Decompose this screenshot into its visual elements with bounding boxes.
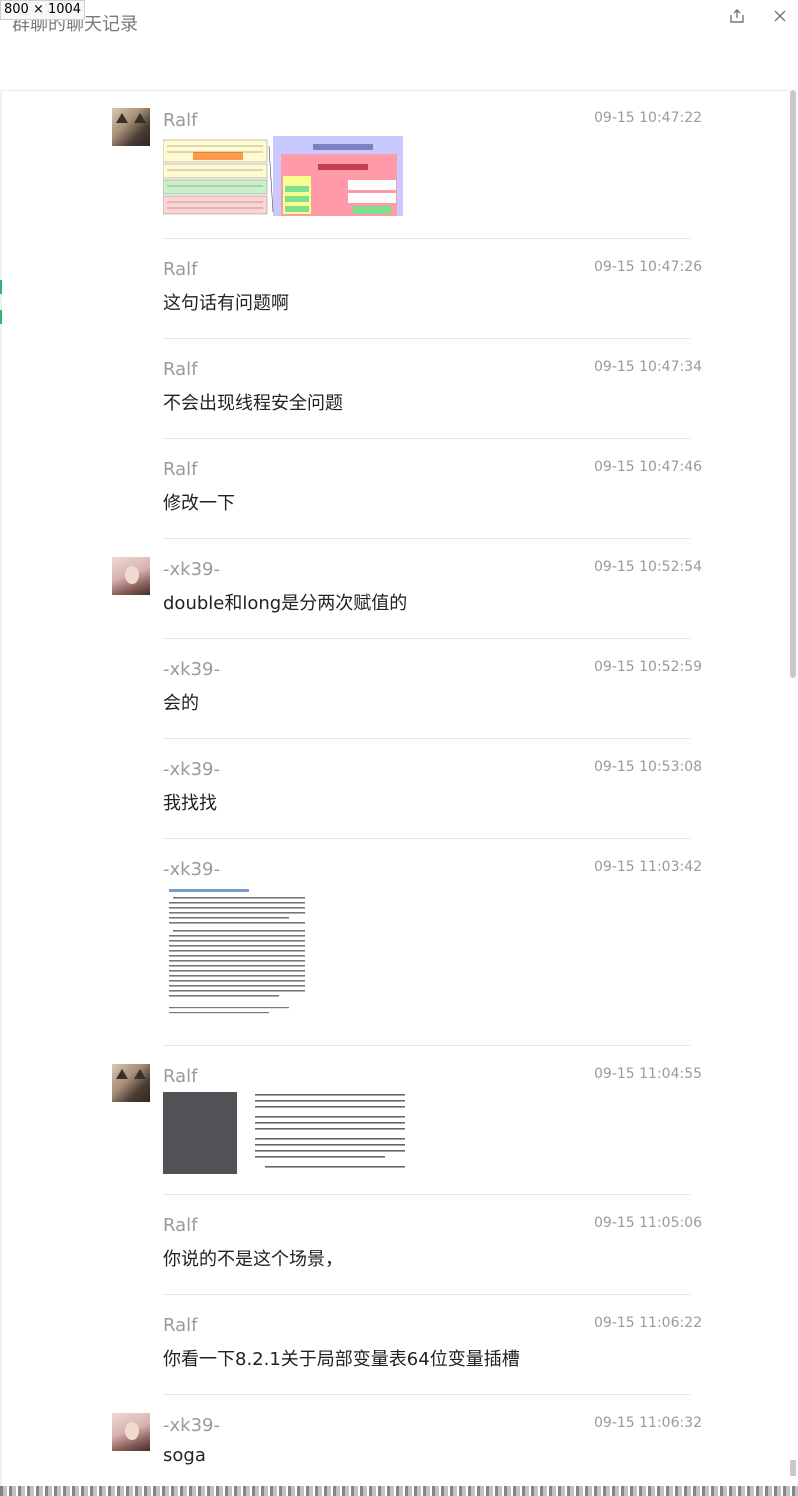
message-time: 09-15 11:06:22 [594,1315,703,1331]
message-text: 修改一下 [163,493,235,514]
sender-name: Ralf [163,110,198,131]
message-divider [163,438,690,439]
message-time: 09-15 10:47:26 [594,259,703,275]
background-window-edge [0,1486,798,1496]
message-divider [163,338,690,339]
title-bar: 群聊的聊天记录 [0,0,798,91]
message-text: 会的 [163,693,199,714]
message-text: 我找找 [163,793,217,814]
avatar[interactable] [112,1064,150,1102]
message-time: 09-15 10:47:34 [594,359,703,375]
sender-name: Ralf [163,1066,198,1087]
message-text: double和long是分两次赋值的 [163,593,408,614]
message-divider [163,1394,690,1395]
message-divider [163,1194,690,1195]
avatar[interactable] [112,557,150,595]
message-divider [163,238,690,239]
message-time: 09-15 11:06:32 [594,1415,703,1431]
message-image[interactable] [163,1092,413,1174]
sender-name: Ralf [163,1215,198,1236]
dimensions-overlay: 800 × 1004 [0,0,86,20]
sender-name: Ralf [163,259,198,280]
message-time: 09-15 11:05:06 [594,1215,703,1231]
message-text: 你看一下8.2.1关于局部变量表64位变量插槽 [163,1349,520,1370]
message-time: 09-15 10:52:59 [594,659,703,675]
sender-name: Ralf [163,459,198,480]
sender-name: -xk39- [163,1415,220,1436]
message-time: 09-15 10:47:46 [594,459,703,475]
close-icon[interactable] [770,8,790,28]
message-time: 09-15 10:53:08 [594,759,703,775]
message-divider [163,838,690,839]
message-divider [163,738,690,739]
share-icon[interactable] [727,8,747,28]
message-time: 09-15 11:04:55 [594,1066,703,1082]
sender-name: -xk39- [163,759,220,780]
message-divider [163,1045,690,1046]
scrollbar-end[interactable] [790,1460,796,1476]
message-time: 09-15 10:52:54 [594,559,703,575]
message-text: 这句话有问题啊 [163,293,289,314]
message-time: 09-15 11:03:42 [594,859,703,875]
message-text: 不会出现线程安全问题 [163,393,343,414]
sender-name: Ralf [163,1315,198,1336]
sender-name: -xk39- [163,859,220,880]
chat-history-list[interactable]: Ralf 09-15 10:47:22 Ralf 09-15 10:47:26 … [0,90,788,1496]
message-divider [163,538,690,539]
message-image[interactable] [163,136,403,216]
message-divider [163,638,690,639]
message-text: soga [163,1445,206,1466]
avatar[interactable] [112,108,150,146]
sender-name: -xk39- [163,559,220,580]
sender-name: -xk39- [163,659,220,680]
message-image[interactable] [163,885,313,1021]
message-time: 09-15 10:47:22 [594,110,703,126]
scrollbar-thumb[interactable] [790,90,796,678]
message-divider [163,1294,690,1295]
avatar[interactable] [112,1413,150,1451]
message-text: 你说的不是这个场景， [163,1249,343,1270]
sender-name: Ralf [163,359,198,380]
